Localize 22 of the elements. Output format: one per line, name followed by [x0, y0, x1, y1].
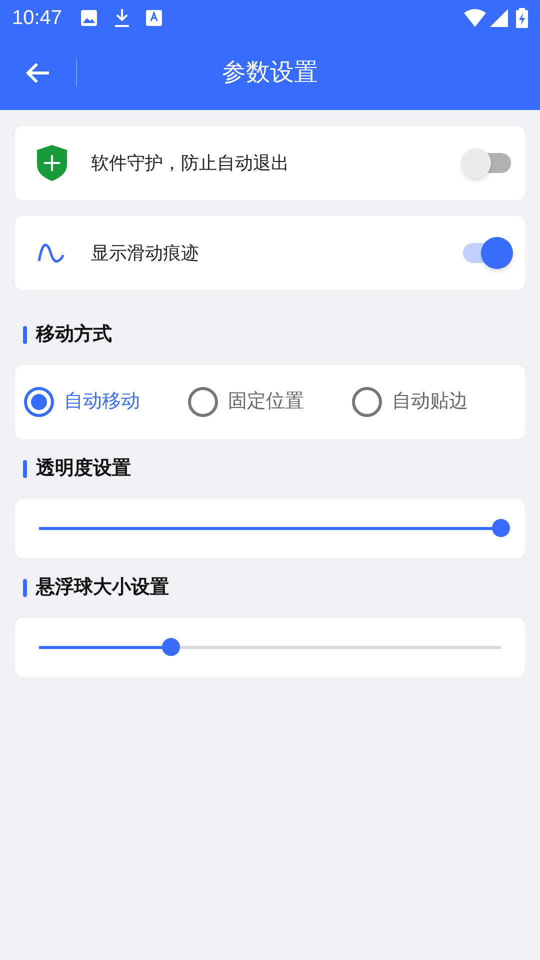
radio-option[interactable]: 自动贴边 — [352, 387, 516, 417]
wave-icon — [37, 242, 65, 264]
toggle-switch[interactable] — [461, 235, 513, 271]
image-icon — [80, 9, 98, 27]
radio-option[interactable]: 自动移动 — [24, 387, 188, 417]
download-icon — [114, 8, 130, 28]
wifi-icon — [464, 9, 486, 27]
section-heading: 悬浮球大小设置 — [36, 576, 169, 600]
signal-icon — [490, 9, 508, 27]
battery-icon — [516, 8, 528, 28]
radio-option[interactable]: 固定位置 — [188, 387, 352, 417]
status-time: 10:47 — [12, 6, 62, 31]
keyboard-icon — [146, 10, 162, 26]
back-arrow-icon — [25, 61, 51, 85]
setting-label: 显示滑动痕迹 — [91, 242, 200, 264]
setting-label: 软件守护，防止自动退出 — [91, 152, 290, 174]
section-heading: 透明度设置 — [36, 456, 131, 481]
slider-thumb[interactable] — [162, 638, 180, 656]
shield-icon — [37, 145, 67, 181]
section-heading: 移动方式 — [36, 322, 112, 347]
slider-thumb[interactable] — [492, 519, 510, 537]
page-title: 参数设置 — [222, 58, 318, 88]
